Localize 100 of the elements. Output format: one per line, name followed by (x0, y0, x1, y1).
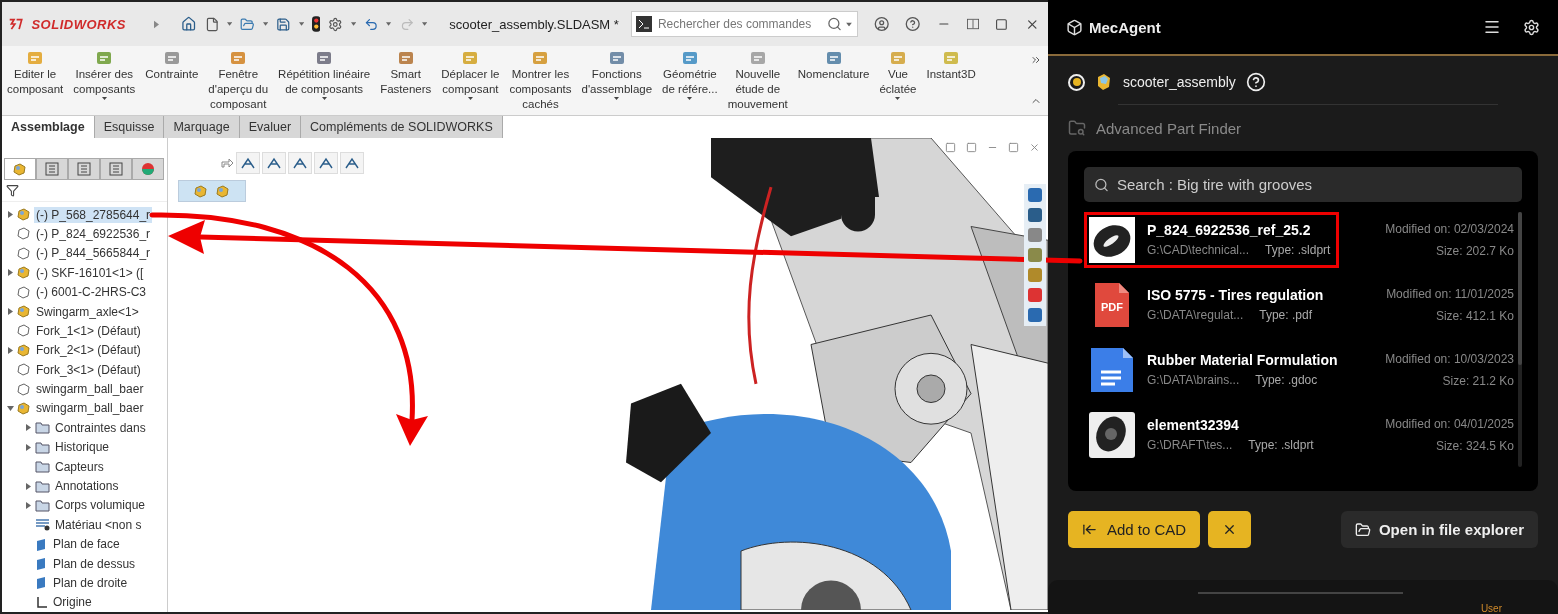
caret-icon[interactable] (262, 22, 268, 26)
ribbon-button[interactable]: Insérer des composants (68, 46, 141, 115)
view-tool-icon[interactable] (1026, 306, 1044, 324)
ribbon-button[interactable]: Editer le composant (2, 46, 69, 115)
tree-item[interactable]: (-) P_568_2785644_r (34, 206, 153, 223)
caret-icon[interactable] (895, 97, 901, 100)
help-icon[interactable] (905, 15, 921, 33)
more-icon[interactable] (1030, 54, 1042, 66)
caret-icon[interactable] (227, 22, 233, 26)
home-icon[interactable] (181, 15, 197, 33)
mate-tool-button[interactable] (236, 152, 260, 174)
split-view-icon[interactable] (966, 18, 979, 30)
caret-icon[interactable] (101, 97, 107, 100)
mate-tool-button[interactable] (314, 152, 338, 174)
connection-radio[interactable] (1068, 73, 1085, 91)
scrollbar[interactable] (1518, 212, 1522, 467)
filter-icon[interactable] (6, 183, 19, 197)
caret-icon[interactable] (386, 22, 392, 26)
collapse-arrow-icon[interactable] (6, 405, 14, 411)
ribbon-tab[interactable]: Evaluer (239, 116, 302, 138)
caret-icon[interactable] (321, 97, 327, 100)
ribbon-button[interactable]: Nouvelle étude de mouvement (722, 46, 793, 115)
search-field[interactable]: Search : Big tire with grooves (1084, 167, 1522, 202)
caret-icon[interactable] (687, 97, 693, 100)
view-tool-icon[interactable] (1026, 226, 1044, 244)
tree-item[interactable]: Plan de droite (51, 575, 130, 591)
tree-item[interactable]: Matériau <non s (53, 516, 144, 533)
settings-icon[interactable] (328, 15, 343, 33)
close-icon[interactable] (1029, 142, 1040, 153)
ribbon-button[interactable]: Contrainte (140, 46, 204, 115)
expand-arrow-icon[interactable] (154, 19, 160, 29)
traffic-light-icon[interactable] (311, 15, 321, 33)
mate-tool-button[interactable] (288, 152, 312, 174)
tree-item[interactable]: swingarm_ball_baer (34, 400, 146, 417)
expand-arrow-icon[interactable] (7, 308, 13, 315)
open-explorer-button[interactable]: Open in file explorer (1340, 511, 1538, 548)
tree-item[interactable]: Annotations (53, 478, 121, 495)
expand-arrow-icon[interactable] (25, 424, 31, 432)
tree-item[interactable]: Corps volumique (53, 497, 148, 514)
expand-arrow-icon[interactable] (7, 346, 13, 354)
tree-item[interactable]: Fork_2<1> (Défaut) (34, 342, 143, 359)
result-row[interactable]: PDF ISO 5775 - Tires regulation G:\DATA\regulat... Type: .pdf Modified on: 11/01/2025 Size: 412.1 Ko (1084, 277, 1514, 332)
settings-icon[interactable] (1523, 18, 1540, 36)
new-document-icon[interactable] (204, 15, 220, 33)
command-search-field[interactable]: Rechercher des commandes (630, 11, 858, 37)
tree-item[interactable]: Fork_1<1> (Défaut) (34, 322, 143, 339)
expand-arrow-icon[interactable] (25, 482, 31, 490)
tree-item[interactable]: Swingarm_axle<1> (34, 303, 141, 320)
caret-icon[interactable] (350, 22, 356, 26)
caret-icon[interactable] (467, 97, 473, 100)
view-tool-icon[interactable] (1026, 186, 1044, 204)
tile-icon[interactable] (966, 142, 977, 153)
user-icon[interactable] (873, 15, 890, 33)
caret-icon[interactable] (614, 97, 620, 100)
tree-item[interactable]: (-) P_844_5665844_r (34, 245, 153, 262)
tree-item[interactable]: (-) 6001-C-2HRS-C3 (34, 284, 149, 301)
ribbon-button[interactable]: Vue éclatée (874, 46, 922, 115)
tree-item[interactable]: Contraintes dans (53, 419, 148, 436)
tree-item[interactable]: Plan de face (51, 536, 122, 553)
ribbon-button[interactable]: Déplacer le composant (436, 46, 505, 115)
caret-icon[interactable] (845, 22, 852, 26)
tree-item[interactable]: Fork_3<1> (Défaut) (34, 361, 143, 378)
add-to-cad-button[interactable]: Add to CAD (1068, 511, 1201, 548)
view-tool-icon[interactable] (1026, 266, 1044, 284)
ribbon-button[interactable]: Fenêtre d'aperçu du composant (203, 46, 274, 115)
tile-icon[interactable] (945, 142, 956, 153)
ribbon-tab[interactable]: Esquisse (94, 116, 165, 138)
result-row[interactable]: element32394 G:\DRAFT\tes... Type: .sldprt Modified on: 04/01/2025 Size: 324.5 Ko (1084, 407, 1514, 462)
view-tool-icon[interactable] (1026, 286, 1044, 304)
maximize-icon[interactable] (994, 16, 1008, 32)
expand-arrow-icon[interactable] (7, 269, 13, 277)
tree-item[interactable]: Capteurs (53, 458, 106, 475)
ribbon-button[interactable]: Smart Fasteners (375, 46, 437, 115)
caret-icon[interactable] (422, 22, 428, 26)
caret-icon[interactable] (298, 22, 304, 26)
save-icon[interactable] (275, 15, 291, 33)
cancel-button[interactable] (1208, 511, 1252, 548)
tree-item[interactable]: Historique (53, 439, 112, 456)
expand-arrow-icon[interactable] (7, 211, 13, 219)
mate-tool-button[interactable] (262, 152, 286, 174)
expand-arrow-icon[interactable] (25, 443, 31, 451)
tree-item[interactable]: Plan de dessus (51, 555, 138, 572)
ribbon-tab[interactable]: Compléments de SOLIDWORKS (301, 116, 503, 138)
tree-item[interactable]: swingarm_ball_baer (34, 381, 146, 398)
restore-icon[interactable] (1008, 142, 1019, 153)
result-row[interactable]: Rubber Material Formulation G:\DATA\brains... Type: .gdoc Modified on: 10/03/2023 Size: 21.2 Ko (1084, 342, 1514, 397)
ribbon-button[interactable]: Répétition linéaire de composants (273, 46, 376, 115)
ribbon-button[interactable]: Fonctions d'assemblage (576, 46, 658, 115)
mate-tool-button[interactable] (340, 152, 364, 174)
view-tool-icon[interactable] (1026, 246, 1044, 264)
ribbon-button[interactable]: Instant3D (921, 46, 981, 115)
tree-item[interactable]: Origine (51, 594, 94, 611)
tree-item[interactable]: (-) P_824_6922536_r (34, 225, 153, 242)
view-tool-icon[interactable] (1026, 206, 1044, 224)
open-folder-icon[interactable] (240, 15, 255, 33)
ribbon-button[interactable]: Montrer les composants cachés (504, 46, 577, 115)
menu-icon[interactable] (1483, 18, 1501, 36)
expand-arrow-icon[interactable] (25, 501, 31, 509)
tree-item[interactable]: (-) SKF-16101<1> ([ (34, 264, 146, 281)
share-icon[interactable] (220, 157, 234, 169)
